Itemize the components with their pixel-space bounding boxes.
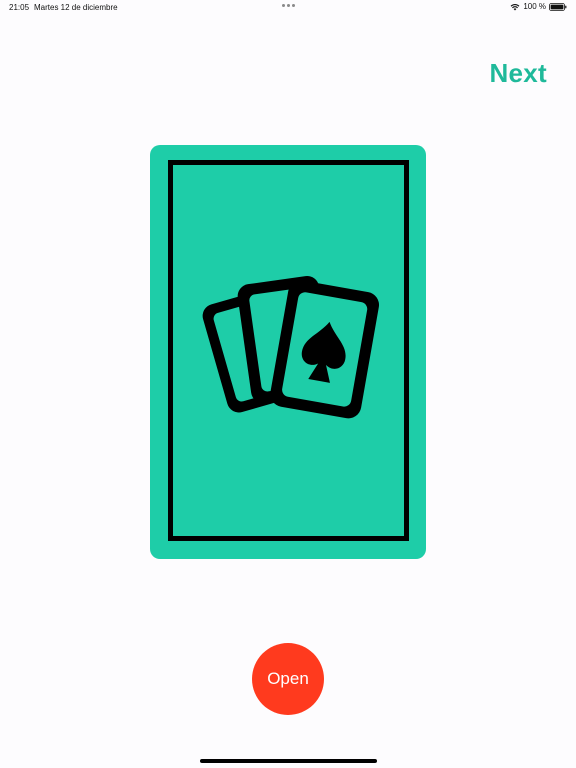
multitasking-dots-icon[interactable]: [282, 4, 295, 7]
open-button[interactable]: Open: [252, 643, 324, 715]
wifi-icon: [510, 3, 520, 10]
battery-icon: [549, 2, 567, 11]
playing-cards-spade-icon: [202, 275, 380, 419]
home-indicator[interactable]: [200, 759, 377, 763]
status-time: 21:05: [9, 3, 30, 12]
next-button[interactable]: Next: [489, 58, 547, 89]
status-bar: 21:05 Martes 12 de diciembre 100 %: [0, 0, 576, 14]
app-screen: 21:05 Martes 12 de diciembre 100 % Next: [0, 0, 576, 768]
battery-percentage: 100 %: [523, 2, 546, 11]
card-back[interactable]: [150, 145, 426, 559]
status-date: Martes 12 de diciembre: [34, 3, 118, 12]
status-right: 100 %: [510, 2, 567, 11]
